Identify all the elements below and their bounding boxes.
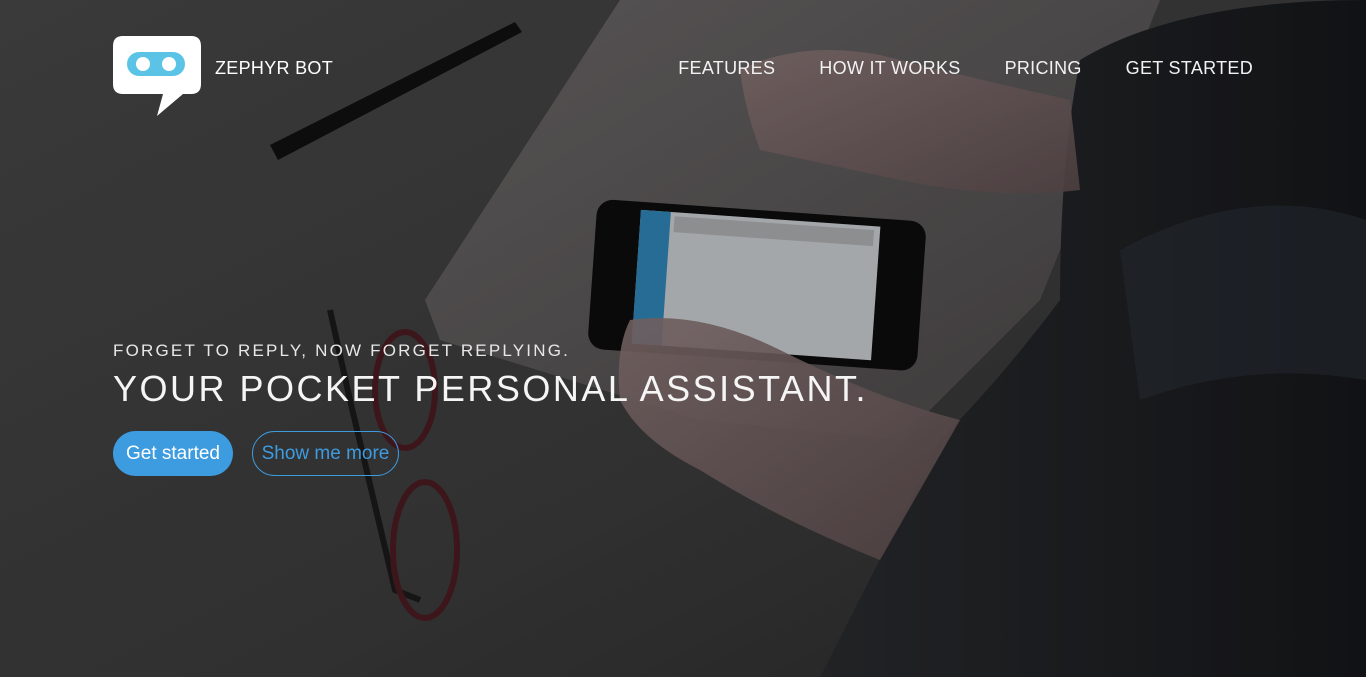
nav-item-how-it-works[interactable]: HOW IT WORKS [819, 58, 960, 79]
zephyr-bot-logo-icon[interactable] [113, 36, 201, 116]
site-header: ZEPHYR BOT FEATURES HOW IT WORKS PRICING… [0, 0, 1366, 120]
nav-item-pricing[interactable]: PRICING [1005, 58, 1082, 79]
nav-item-features[interactable]: FEATURES [678, 58, 775, 79]
hero-tagline: FORGET TO REPLY, NOW FORGET REPLYING. [113, 341, 571, 360]
hero-headline: YOUR POCKET PERSONAL ASSISTANT. [113, 368, 869, 409]
get-started-button[interactable]: Get started [113, 431, 233, 476]
brand-name[interactable]: ZEPHYR BOT [215, 58, 333, 79]
show-me-more-button[interactable]: Show me more [252, 431, 399, 476]
nav-item-get-started[interactable]: GET STARTED [1126, 58, 1253, 79]
main-nav: FEATURES HOW IT WORKS PRICING GET STARTE… [678, 58, 1253, 79]
